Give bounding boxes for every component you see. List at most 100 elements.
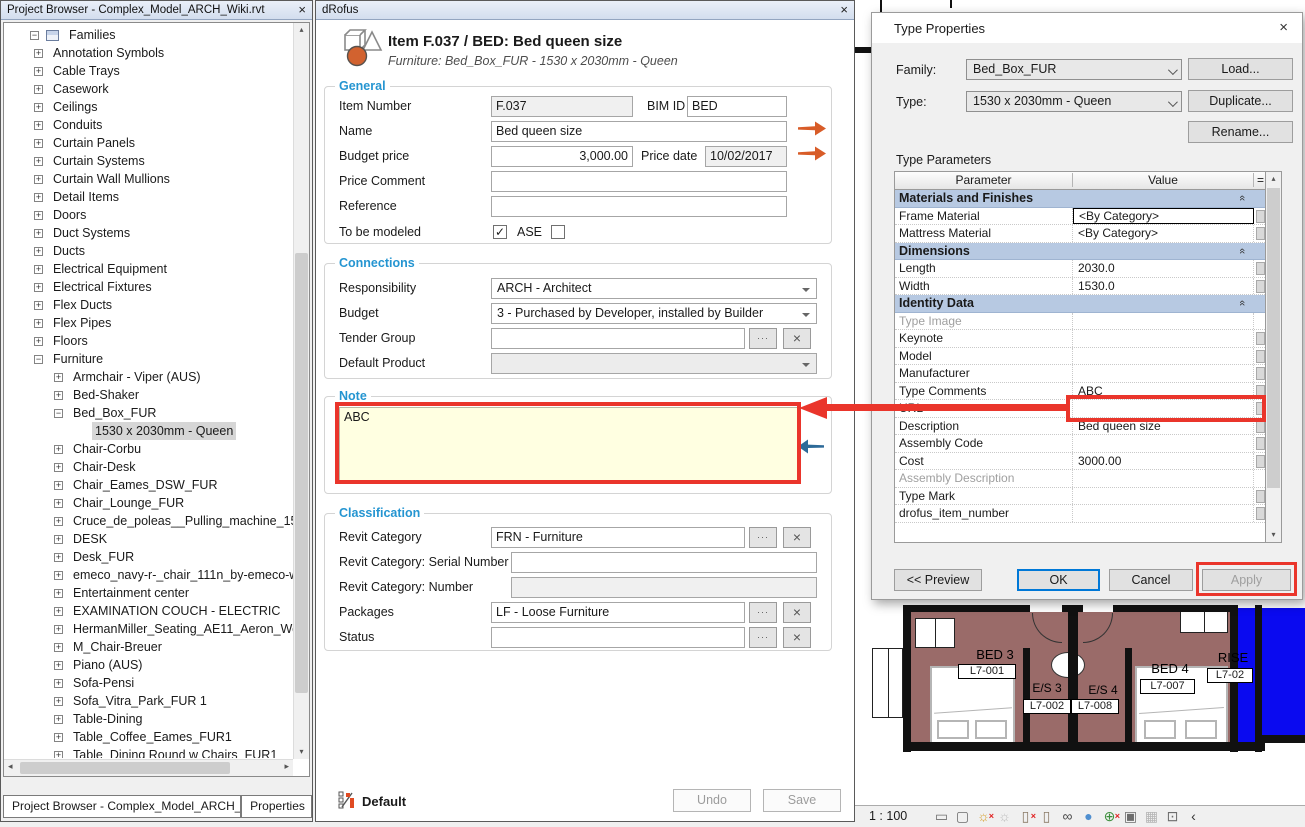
parameter-value[interactable] bbox=[1073, 470, 1254, 487]
to-be-modeled-checkbox[interactable]: ✓ bbox=[493, 225, 507, 239]
tree-item[interactable]: +Sofa_Vitra_Park_FUR 1 bbox=[4, 692, 293, 710]
tree-item[interactable]: +Conduits bbox=[4, 116, 293, 134]
table-vertical-scrollbar[interactable]: ▴ ▾ bbox=[1265, 172, 1281, 542]
tree-item-label[interactable]: M_Chair-Breuer bbox=[70, 638, 165, 656]
associate-parameter-button[interactable] bbox=[1256, 210, 1265, 223]
tree-item-label[interactable]: Chair-Desk bbox=[70, 458, 139, 476]
tree-item-label[interactable]: Furniture bbox=[50, 350, 106, 368]
expand-icon[interactable]: + bbox=[54, 373, 63, 382]
tree-item-label[interactable]: Chair_Lounge_FUR bbox=[70, 494, 187, 512]
parameter-row[interactable]: Assembly Description bbox=[895, 470, 1265, 488]
browse-icon[interactable]: ··· bbox=[749, 602, 777, 623]
apply-button[interactable]: Apply bbox=[1202, 569, 1291, 591]
tree-item[interactable]: −Families bbox=[4, 26, 293, 44]
expand-icon[interactable]: + bbox=[54, 445, 63, 454]
associate-parameter-button[interactable] bbox=[1256, 437, 1265, 450]
sun-path-icon[interactable]: ☼× bbox=[975, 807, 992, 826]
parameter-row[interactable]: DescriptionBed queen size bbox=[895, 418, 1265, 436]
collapse-icon[interactable]: ‹ bbox=[1185, 807, 1202, 826]
family-dropdown[interactable]: Bed_Box_FUR bbox=[966, 59, 1182, 80]
tree-item-label[interactable]: Sofa_Vitra_Park_FUR 1 bbox=[70, 692, 210, 710]
expand-icon[interactable]: + bbox=[34, 121, 43, 130]
tree-item-label[interactable]: Table-Dining bbox=[70, 710, 145, 728]
type-dropdown[interactable]: 1530 x 2030mm - Queen bbox=[966, 91, 1182, 112]
tree-item[interactable]: +Curtain Panels bbox=[4, 134, 293, 152]
sync-left-icon[interactable] bbox=[798, 439, 826, 454]
tree-item-label[interactable]: DESK bbox=[70, 530, 110, 548]
expand-icon[interactable]: + bbox=[54, 517, 63, 526]
tree-item-label[interactable]: Ducts bbox=[50, 242, 88, 260]
associate-parameter-button[interactable] bbox=[1256, 262, 1265, 275]
expand-icon[interactable]: + bbox=[54, 571, 63, 580]
parameter-value[interactable] bbox=[1073, 313, 1254, 330]
tree-item-label[interactable]: Bed_Box_FUR bbox=[70, 404, 159, 422]
associate-parameter-button[interactable] bbox=[1256, 455, 1265, 468]
expand-icon[interactable]: + bbox=[34, 283, 43, 292]
parameter-group-row[interactable]: Materials and Finishes« bbox=[895, 190, 1265, 208]
parameter-row[interactable]: Cost3000.00 bbox=[895, 453, 1265, 471]
analytical-model-icon[interactable]: ▦ bbox=[1143, 807, 1160, 826]
close-icon[interactable]: × bbox=[298, 1, 306, 19]
revit-number-field[interactable] bbox=[511, 577, 817, 598]
associate-parameter-button[interactable] bbox=[1256, 280, 1265, 293]
revit-serial-field[interactable] bbox=[511, 552, 817, 573]
tree-item[interactable]: +Chair_Lounge_FUR bbox=[4, 494, 293, 512]
parameter-value[interactable]: Bed queen size bbox=[1073, 418, 1254, 435]
ok-button[interactable]: OK bbox=[1017, 569, 1100, 591]
tree-item-label[interactable]: Electrical Equipment bbox=[50, 260, 170, 278]
price-date-field[interactable]: 10/02/2017 bbox=[705, 146, 787, 167]
expand-icon[interactable]: + bbox=[54, 661, 63, 670]
expand-icon[interactable]: + bbox=[34, 67, 43, 76]
responsibility-dropdown[interactable]: ARCH - Architect bbox=[491, 278, 817, 299]
render-icon[interactable]: ▣ bbox=[1122, 807, 1139, 826]
tree-item-label[interactable]: Sofa-Pensi bbox=[70, 674, 137, 692]
tree-item-label[interactable]: Casework bbox=[50, 80, 112, 98]
expand-icon[interactable]: + bbox=[34, 319, 43, 328]
associate-parameter-button[interactable] bbox=[1256, 385, 1265, 398]
expand-icon[interactable]: + bbox=[54, 589, 63, 598]
tree-item[interactable]: + Doors bbox=[4, 206, 293, 224]
associate-parameter-button[interactable] bbox=[1256, 420, 1265, 433]
tree-item-label[interactable]: Curtain Panels bbox=[50, 134, 138, 152]
tree-item-label[interactable]: Doors bbox=[50, 206, 89, 224]
worksharing-display-icon[interactable]: ⊕× bbox=[1101, 807, 1118, 826]
tree-item[interactable]: + Table-Dining bbox=[4, 710, 293, 728]
scroll-right-icon[interactable]: ▸ bbox=[284, 761, 289, 772]
collapse-group-icon[interactable]: « bbox=[1236, 300, 1248, 306]
tree-item-label[interactable]: emeco_navy-r-_chair_111n_by-emeco-wit bbox=[70, 566, 293, 584]
expand-icon[interactable]: + bbox=[34, 211, 43, 220]
tree-item-label[interactable]: Duct Systems bbox=[50, 224, 133, 242]
parameter-value[interactable] bbox=[1073, 488, 1254, 505]
associate-parameter-button[interactable] bbox=[1256, 350, 1265, 363]
collapse-group-icon[interactable]: « bbox=[1236, 247, 1248, 253]
scroll-up-icon[interactable]: ▴ bbox=[1266, 172, 1281, 186]
tree-item[interactable]: +Casework bbox=[4, 80, 293, 98]
tree-item-label[interactable]: Chair-Corbu bbox=[70, 440, 144, 458]
parameter-row[interactable]: Keynote bbox=[895, 330, 1265, 348]
parameter-row[interactable]: Type Mark bbox=[895, 488, 1265, 506]
parameter-row[interactable]: Type CommentsABC bbox=[895, 383, 1265, 401]
detail-level-icon[interactable]: ▭ bbox=[933, 807, 950, 826]
associate-parameter-button[interactable] bbox=[1256, 332, 1265, 345]
tree-item[interactable]: +Ceilings bbox=[4, 98, 293, 116]
bim-id-field[interactable]: BED bbox=[687, 96, 787, 117]
tree-item-label[interactable]: 1530 x 2030mm - Queen bbox=[92, 422, 236, 440]
scrollbar-thumb[interactable] bbox=[20, 762, 230, 774]
cancel-button[interactable]: Cancel bbox=[1109, 569, 1193, 591]
tree-item[interactable]: +Bed-Shaker bbox=[4, 386, 293, 404]
preview-button[interactable]: << Preview bbox=[894, 569, 982, 591]
expand-icon[interactable]: + bbox=[54, 463, 63, 472]
tree-item-label[interactable]: Desk_FUR bbox=[70, 548, 137, 566]
clear-icon[interactable]: × bbox=[783, 328, 811, 349]
browse-icon[interactable]: ··· bbox=[749, 627, 777, 648]
expand-icon[interactable]: + bbox=[34, 229, 43, 238]
column-value[interactable]: Value bbox=[1073, 173, 1254, 187]
load-button[interactable]: Load... bbox=[1188, 58, 1293, 80]
parameter-row[interactable]: drofus_item_number bbox=[895, 505, 1265, 523]
tree-item-label[interactable]: Table_Dining Round w Chairs_FUR1 bbox=[70, 746, 280, 758]
expand-icon[interactable]: + bbox=[54, 715, 63, 724]
tree-item-label[interactable]: Flex Pipes bbox=[50, 314, 114, 332]
column-parameter[interactable]: Parameter bbox=[895, 173, 1073, 187]
tree-item[interactable]: +Annotation Symbols bbox=[4, 44, 293, 62]
ase-checkbox[interactable] bbox=[551, 225, 565, 239]
